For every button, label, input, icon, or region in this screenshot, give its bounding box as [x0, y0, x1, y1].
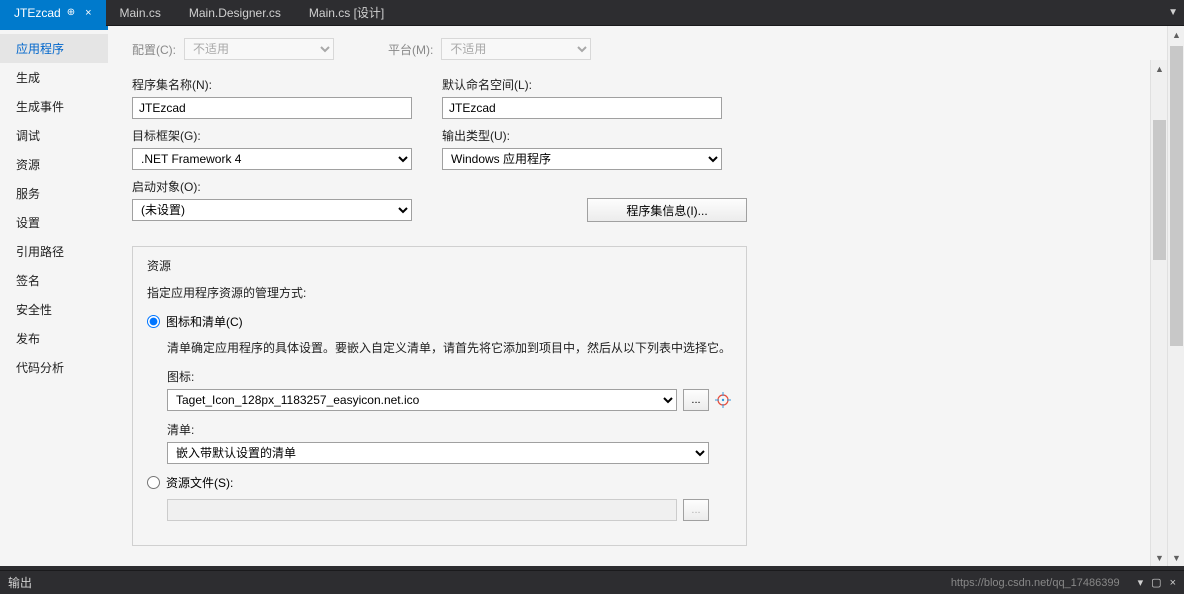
form-grid: 程序集名称(N): 目标框架(G): .NET Framework 4 启动对象…: [124, 76, 1168, 222]
icon-sublabel: 图标:: [167, 368, 732, 385]
icon-browse-button[interactable]: ...: [683, 389, 709, 411]
tab-jtezcad[interactable]: JTEzcad ⊕ ×: [0, 0, 106, 26]
sidebar-item-publish[interactable]: 发布: [0, 324, 108, 353]
icon-manifest-label[interactable]: 图标和清单(C): [166, 313, 243, 330]
main-area: 应用程序 生成 生成事件 调试 资源 服务 设置 引用路径 签名 安全性 发布 …: [0, 26, 1184, 566]
scroll-thumb[interactable]: [1153, 120, 1166, 260]
target-preview-icon: [715, 392, 731, 408]
sidebar-item-build-events[interactable]: 生成事件: [0, 92, 108, 121]
pin-icon[interactable]: ⊕: [67, 7, 75, 18]
resources-fieldset: 资源 指定应用程序资源的管理方式: 图标和清单(C) 清单确定应用程序的具体设置…: [132, 246, 747, 546]
platform-select: 不适用: [441, 38, 591, 60]
close-panel-icon[interactable]: ×: [1170, 577, 1176, 589]
sidebar-item-signing[interactable]: 签名: [0, 266, 108, 295]
assembly-name-input[interactable]: [132, 97, 412, 119]
tab-label: JTEzcad: [14, 6, 61, 20]
target-framework-select[interactable]: .NET Framework 4: [132, 148, 412, 170]
assembly-info-button[interactable]: 程序集信息(I)...: [587, 198, 747, 222]
resource-file-browse-button: ...: [683, 499, 709, 521]
target-framework-label: 目标框架(G):: [132, 127, 412, 144]
scroll-thumb[interactable]: [1170, 46, 1183, 346]
startup-object-select[interactable]: (未设置): [132, 199, 412, 221]
close-icon[interactable]: ×: [85, 7, 91, 19]
output-type-select[interactable]: Windows 应用程序: [442, 148, 722, 170]
watermark-text: https://blog.csdn.net/qq_17486399: [951, 577, 1120, 589]
resource-file-radio[interactable]: [147, 476, 160, 489]
sidebar-item-code-analysis[interactable]: 代码分析: [0, 353, 108, 382]
tab-label: Main.Designer.cs: [189, 6, 281, 20]
default-namespace-input[interactable]: [442, 97, 722, 119]
resources-title: 资源: [147, 257, 732, 274]
icon-manifest-radio[interactable]: [147, 315, 160, 328]
sidebar-item-application[interactable]: 应用程序: [0, 34, 108, 63]
scroll-up-icon[interactable]: ▲: [1168, 26, 1184, 43]
icon-select[interactable]: Taget_Icon_128px_1183257_easyicon.net.ic…: [167, 389, 677, 411]
startup-object-label: 启动对象(O):: [132, 178, 412, 195]
resource-file-label[interactable]: 资源文件(S):: [166, 474, 233, 491]
sidebar-item-reference-paths[interactable]: 引用路径: [0, 237, 108, 266]
scroll-down-icon[interactable]: ▼: [1151, 549, 1168, 566]
config-label: 配置(C):: [132, 41, 176, 58]
assembly-name-label: 程序集名称(N):: [132, 76, 412, 93]
icon-manifest-desc: 清单确定应用程序的具体设置。要嵌入自定义清单，请首先将它添加到项目中，然后从以下…: [167, 338, 732, 358]
sidebar-item-security[interactable]: 安全性: [0, 295, 108, 324]
bottom-bar: 输出 https://blog.csdn.net/qq_17486399 ▾ ▢…: [0, 570, 1184, 594]
output-panel-label[interactable]: 输出: [8, 574, 32, 591]
tab-overflow-icon[interactable]: ▼: [1168, 7, 1178, 18]
default-namespace-label: 默认命名空间(L):: [442, 76, 747, 93]
manifest-sublabel: 清单:: [167, 421, 732, 438]
resource-file-input: [167, 499, 677, 521]
pin-icon[interactable]: ▢: [1151, 576, 1161, 589]
tab-main-cs[interactable]: Main.cs: [106, 0, 175, 26]
tab-label: Main.cs [设计]: [309, 4, 384, 21]
resources-desc: 指定应用程序资源的管理方式:: [147, 284, 732, 301]
outer-scrollbar[interactable]: ▲ ▼: [1167, 26, 1184, 566]
sidebar-item-build[interactable]: 生成: [0, 63, 108, 92]
scroll-down-icon[interactable]: ▼: [1168, 549, 1184, 566]
scroll-up-icon[interactable]: ▲: [1151, 60, 1168, 77]
content-panel: 配置(C): 不适用 平台(M): 不适用 程序集名称(N): 目标框架(G):…: [108, 26, 1184, 566]
tab-main-designer[interactable]: Main.Designer.cs: [175, 0, 295, 26]
tab-main-design[interactable]: Main.cs [设计]: [295, 0, 398, 26]
resource-file-radio-row: 资源文件(S):: [147, 474, 732, 491]
tab-bar: JTEzcad ⊕ × Main.cs Main.Designer.cs Mai…: [0, 0, 1184, 26]
tab-label: Main.cs: [120, 6, 161, 20]
sidebar-item-services[interactable]: 服务: [0, 179, 108, 208]
sidebar-item-settings[interactable]: 设置: [0, 208, 108, 237]
sidebar-item-resources[interactable]: 资源: [0, 150, 108, 179]
platform-label: 平台(M):: [388, 41, 433, 58]
icon-manifest-radio-row: 图标和清单(C): [147, 313, 732, 330]
manifest-select[interactable]: 嵌入带默认设置的清单: [167, 442, 709, 464]
content-scrollbar[interactable]: ▲ ▼: [1150, 60, 1167, 566]
sidebar-item-debug[interactable]: 调试: [0, 121, 108, 150]
config-row: 配置(C): 不适用 平台(M): 不适用: [124, 38, 1168, 60]
property-sidebar: 应用程序 生成 生成事件 调试 资源 服务 设置 引用路径 签名 安全性 发布 …: [0, 26, 108, 566]
output-type-label: 输出类型(U):: [442, 127, 747, 144]
config-select: 不适用: [184, 38, 334, 60]
dropdown-icon[interactable]: ▾: [1138, 576, 1144, 589]
